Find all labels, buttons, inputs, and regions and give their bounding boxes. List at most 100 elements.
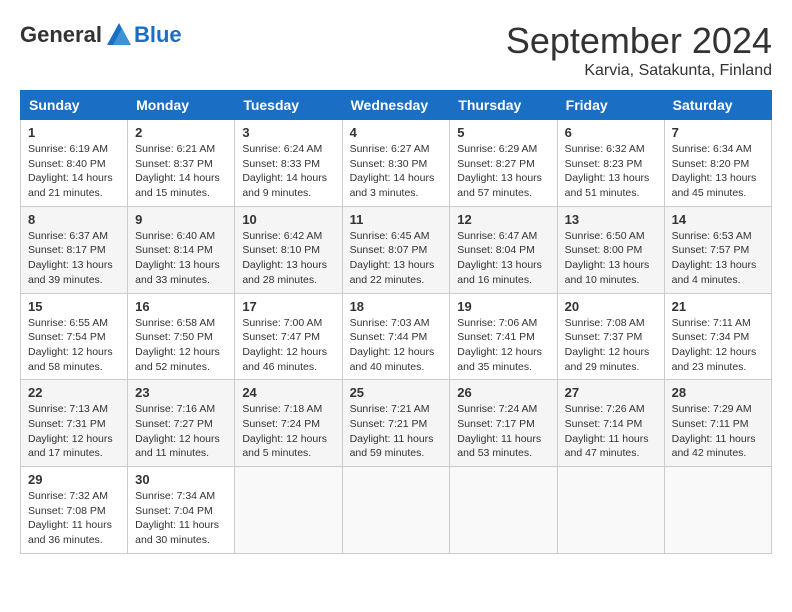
calendar-week-1: 1 Sunrise: 6:19 AM Sunset: 8:40 PM Daylig… <box>21 120 772 207</box>
day-info: Sunrise: 6:50 AM Sunset: 8:00 PM Dayligh… <box>565 229 657 288</box>
day-number: 17 <box>242 299 334 314</box>
calendar-cell: 25 Sunrise: 7:21 AM Sunset: 7:21 PM Dayli… <box>342 380 450 467</box>
calendar-cell: 3 Sunrise: 6:24 AM Sunset: 8:33 PM Daylig… <box>235 120 342 207</box>
day-number: 21 <box>672 299 764 314</box>
location: Karvia, Satakunta, Finland <box>506 62 772 80</box>
calendar-header-wednesday: Wednesday <box>342 91 450 120</box>
day-info: Sunrise: 6:58 AM Sunset: 7:50 PM Dayligh… <box>135 316 227 375</box>
day-number: 10 <box>242 212 334 227</box>
day-number: 6 <box>565 125 657 140</box>
calendar-header-thursday: Thursday <box>450 91 557 120</box>
calendar-cell: 7 Sunrise: 6:34 AM Sunset: 8:20 PM Daylig… <box>664 120 771 207</box>
calendar-cell: 29Sunrise: 7:32 AM Sunset: 7:08 PM Dayli… <box>21 467 128 554</box>
calendar-cell: 12Sunrise: 6:47 AM Sunset: 8:04 PM Dayli… <box>450 206 557 293</box>
day-info: Sunrise: 7:34 AM Sunset: 7:04 PM Dayligh… <box>135 489 227 548</box>
day-info: Sunrise: 7:06 AM Sunset: 7:41 PM Dayligh… <box>457 316 549 375</box>
calendar-cell: 16 Sunrise: 6:58 AM Sunset: 7:50 PM Dayli… <box>128 293 235 380</box>
day-info: Sunrise: 6:21 AM Sunset: 8:37 PM Dayligh… <box>135 142 227 201</box>
day-info: Sunrise: 6:19 AM Sunset: 8:40 PM Dayligh… <box>28 142 120 201</box>
day-number: 9 <box>135 212 227 227</box>
calendar-cell: 24Sunrise: 7:18 AM Sunset: 7:24 PM Dayli… <box>235 380 342 467</box>
day-number: 13 <box>565 212 657 227</box>
day-number: 11 <box>350 212 443 227</box>
calendar-cell: 1 Sunrise: 6:19 AM Sunset: 8:40 PM Daylig… <box>21 120 128 207</box>
calendar-cell <box>664 467 771 554</box>
calendar-cell: 6 Sunrise: 6:32 AM Sunset: 8:23 PM Daylig… <box>557 120 664 207</box>
calendar-cell: 26Sunrise: 7:24 AM Sunset: 7:17 PM Dayli… <box>450 380 557 467</box>
day-info: Sunrise: 7:26 AM Sunset: 7:14 PM Dayligh… <box>565 402 657 461</box>
calendar-header-friday: Friday <box>557 91 664 120</box>
day-number: 14 <box>672 212 764 227</box>
day-info: Sunrise: 7:29 AM Sunset: 7:11 PM Dayligh… <box>672 402 764 461</box>
calendar-cell: 10 Sunrise: 6:42 AM Sunset: 8:10 PM Dayli… <box>235 206 342 293</box>
calendar-week-4: 22Sunrise: 7:13 AM Sunset: 7:31 PM Dayli… <box>21 380 772 467</box>
day-info: Sunrise: 7:16 AM Sunset: 7:27 PM Dayligh… <box>135 402 227 461</box>
calendar-header-sunday: Sunday <box>21 91 128 120</box>
calendar-header-saturday: Saturday <box>664 91 771 120</box>
day-info: Sunrise: 7:11 AM Sunset: 7:34 PM Dayligh… <box>672 316 764 375</box>
calendar-cell: 15 Sunrise: 6:55 AM Sunset: 7:54 PM Dayli… <box>21 293 128 380</box>
calendar-cell: 14 Sunrise: 6:53 AM Sunset: 7:57 PM Dayli… <box>664 206 771 293</box>
calendar-cell: 28Sunrise: 7:29 AM Sunset: 7:11 PM Dayli… <box>664 380 771 467</box>
calendar-cell: 8Sunrise: 6:37 AM Sunset: 8:17 PM Daylig… <box>21 206 128 293</box>
calendar-week-3: 15 Sunrise: 6:55 AM Sunset: 7:54 PM Dayli… <box>21 293 772 380</box>
day-number: 26 <box>457 385 549 400</box>
day-number: 15 <box>28 299 120 314</box>
day-number: 25 <box>350 385 443 400</box>
day-number: 3 <box>242 125 334 140</box>
calendar-week-2: 8Sunrise: 6:37 AM Sunset: 8:17 PM Daylig… <box>21 206 772 293</box>
logo-general-text: General <box>20 22 102 48</box>
logo-blue-text: Blue <box>134 22 182 48</box>
calendar-cell: 11 Sunrise: 6:45 AM Sunset: 8:07 PM Dayli… <box>342 206 450 293</box>
logo: General Blue <box>20 20 182 50</box>
calendar-cell: 2 Sunrise: 6:21 AM Sunset: 8:37 PM Daylig… <box>128 120 235 207</box>
day-info: Sunrise: 6:42 AM Sunset: 8:10 PM Dayligh… <box>242 229 334 288</box>
day-number: 4 <box>350 125 443 140</box>
day-number: 19 <box>457 299 549 314</box>
day-number: 30 <box>135 472 227 487</box>
calendar-cell: 4Sunrise: 6:27 AM Sunset: 8:30 PM Daylig… <box>342 120 450 207</box>
day-info: Sunrise: 6:24 AM Sunset: 8:33 PM Dayligh… <box>242 142 334 201</box>
day-number: 23 <box>135 385 227 400</box>
calendar-cell: 22Sunrise: 7:13 AM Sunset: 7:31 PM Dayli… <box>21 380 128 467</box>
day-info: Sunrise: 7:00 AM Sunset: 7:47 PM Dayligh… <box>242 316 334 375</box>
calendar-cell <box>557 467 664 554</box>
day-info: Sunrise: 6:34 AM Sunset: 8:20 PM Dayligh… <box>672 142 764 201</box>
calendar-cell: 19 Sunrise: 7:06 AM Sunset: 7:41 PM Dayli… <box>450 293 557 380</box>
calendar-cell: 13 Sunrise: 6:50 AM Sunset: 8:00 PM Dayli… <box>557 206 664 293</box>
logo-icon <box>104 20 134 50</box>
day-number: 24 <box>242 385 334 400</box>
calendar-cell: 20 Sunrise: 7:08 AM Sunset: 7:37 PM Dayli… <box>557 293 664 380</box>
calendar-cell <box>450 467 557 554</box>
calendar-table: SundayMondayTuesdayWednesdayThursdayFrid… <box>20 90 772 554</box>
day-info: Sunrise: 6:55 AM Sunset: 7:54 PM Dayligh… <box>28 316 120 375</box>
day-number: 18 <box>350 299 443 314</box>
calendar-cell: 18Sunrise: 7:03 AM Sunset: 7:44 PM Dayli… <box>342 293 450 380</box>
day-number: 27 <box>565 385 657 400</box>
day-info: Sunrise: 6:32 AM Sunset: 8:23 PM Dayligh… <box>565 142 657 201</box>
calendar-cell: 23 Sunrise: 7:16 AM Sunset: 7:27 PM Dayli… <box>128 380 235 467</box>
calendar-week-5: 29Sunrise: 7:32 AM Sunset: 7:08 PM Dayli… <box>21 467 772 554</box>
calendar-cell: 30 Sunrise: 7:34 AM Sunset: 7:04 PM Dayli… <box>128 467 235 554</box>
day-info: Sunrise: 7:08 AM Sunset: 7:37 PM Dayligh… <box>565 316 657 375</box>
calendar-cell: 9 Sunrise: 6:40 AM Sunset: 8:14 PM Daylig… <box>128 206 235 293</box>
day-number: 29 <box>28 472 120 487</box>
day-number: 12 <box>457 212 549 227</box>
day-info: Sunrise: 7:13 AM Sunset: 7:31 PM Dayligh… <box>28 402 120 461</box>
day-info: Sunrise: 7:21 AM Sunset: 7:21 PM Dayligh… <box>350 402 443 461</box>
day-number: 20 <box>565 299 657 314</box>
calendar-cell <box>342 467 450 554</box>
calendar-cell: 27 Sunrise: 7:26 AM Sunset: 7:14 PM Dayli… <box>557 380 664 467</box>
day-number: 2 <box>135 125 227 140</box>
day-info: Sunrise: 6:40 AM Sunset: 8:14 PM Dayligh… <box>135 229 227 288</box>
day-info: Sunrise: 6:45 AM Sunset: 8:07 PM Dayligh… <box>350 229 443 288</box>
day-number: 7 <box>672 125 764 140</box>
day-info: Sunrise: 6:53 AM Sunset: 7:57 PM Dayligh… <box>672 229 764 288</box>
month-title: September 2024 <box>506 20 772 62</box>
calendar-cell: 17 Sunrise: 7:00 AM Sunset: 7:47 PM Dayli… <box>235 293 342 380</box>
day-number: 1 <box>28 125 120 140</box>
calendar-header-row: SundayMondayTuesdayWednesdayThursdayFrid… <box>21 91 772 120</box>
day-number: 16 <box>135 299 227 314</box>
day-number: 8 <box>28 212 120 227</box>
calendar-cell: 21 Sunrise: 7:11 AM Sunset: 7:34 PM Dayli… <box>664 293 771 380</box>
